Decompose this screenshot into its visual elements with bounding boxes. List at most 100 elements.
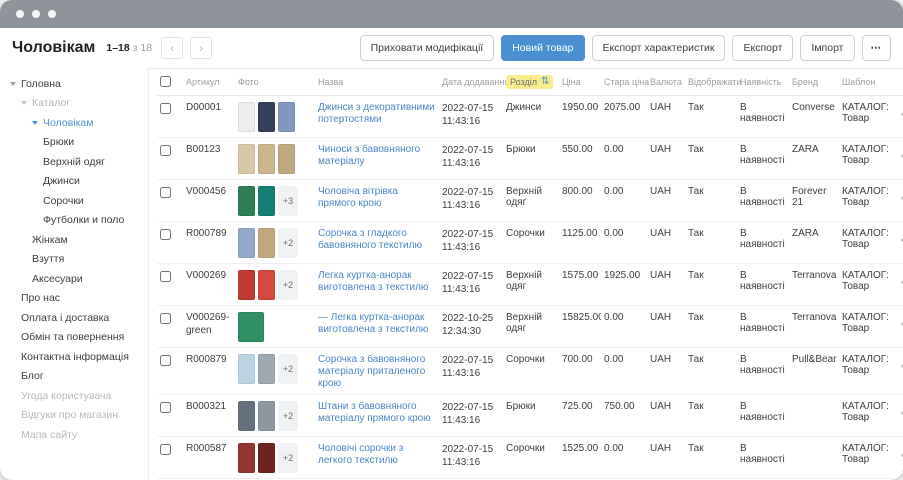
product-photo-thumbnail[interactable] [258,144,275,174]
product-photo-thumbnail[interactable] [278,144,295,174]
sidebar-item-2[interactable]: Чоловікам [2,113,148,133]
product-name-link[interactable]: Сорочка з гладкого бавовняного текстилю [318,228,436,252]
product-photo-thumbnail[interactable] [238,443,255,473]
product-photo-thumbnail[interactable] [258,270,275,300]
product-photo-thumbnail[interactable] [238,312,264,342]
row-checkbox[interactable] [160,145,171,156]
sidebar-item-14[interactable]: Контактна інформація [2,347,148,367]
column-header-sku[interactable]: Артикул [183,69,235,96]
sidebar-item-12[interactable]: Оплата і доставка [2,308,148,328]
column-header-brand[interactable]: Бренд [789,69,839,96]
prev-page-button[interactable]: ‹ [161,37,183,59]
more-photos-badge[interactable]: +2 [278,228,298,258]
select-all-checkbox[interactable] [160,76,171,87]
sidebar-item-10[interactable]: Аксесуари [2,269,148,289]
row-checkbox[interactable] [160,103,171,114]
window-control-dot-2[interactable] [32,10,40,18]
sidebar-item-7[interactable]: Футболки и поло [2,211,148,231]
sidebar-item-1[interactable]: Каталог [2,94,148,114]
row-checkbox[interactable] [160,271,171,282]
sidebar-item-15[interactable]: Блог [2,367,148,387]
product-name-link[interactable]: Сорочка з бавовняного матеріалу притален… [318,354,436,389]
product-photo-thumbnail[interactable] [258,102,275,132]
product-photo-thumbnail[interactable] [238,228,255,258]
window-control-dot-1[interactable] [16,10,24,18]
sidebar-item-0[interactable]: Головна [2,74,148,94]
more-photos-badge[interactable]: +2 [278,270,298,300]
row-checkbox[interactable] [160,313,171,324]
more-photos-badge[interactable]: +3 [278,186,298,216]
column-header-section[interactable]: Розділ⇅ [503,69,559,96]
column-header-label: Шаблон [842,77,875,87]
column-header-date[interactable]: Дата додавання [439,69,503,96]
product-photo-thumbnail[interactable] [238,270,255,300]
export-button[interactable]: Експорт [732,35,793,61]
next-page-button[interactable]: › [190,37,212,59]
import-button[interactable]: Імпорт [800,35,854,61]
time-added: 11:43:16 [442,115,500,128]
product-name-link[interactable]: — Легка куртка-анорак виготовлена з текс… [318,312,436,336]
hide-modifications-button[interactable]: Приховати модифікації [360,35,495,61]
sidebar-item-16[interactable]: Угода користувача [2,386,148,406]
sidebar-item-9[interactable]: Взуття [2,250,148,270]
sidebar-item-6[interactable]: Сорочки [2,191,148,211]
sort-icon[interactable]: ⇅ [541,77,549,87]
column-header-photo[interactable]: Фото [235,69,315,96]
column-header-display[interactable]: Відображати [685,69,737,96]
product-name-link[interactable]: Чоловіча вітрівка прямого крою [318,186,436,210]
column-header-old_price[interactable]: Стара ціна [601,69,647,96]
sidebar-item-5[interactable]: Джинси [2,172,148,192]
column-header-template[interactable]: Шаблон [839,69,895,96]
sorted-column-highlight[interactable]: Розділ⇅ [506,75,553,89]
sidebar-item-3[interactable]: Брюки [2,133,148,153]
row-checkbox[interactable] [160,444,171,455]
column-header-name[interactable]: Назва [315,69,439,96]
sidebar-item-11[interactable]: Про нас [2,289,148,309]
product-photo-thumbnail[interactable] [258,443,275,473]
product-photo-thumbnail[interactable] [258,186,275,216]
column-header-currency[interactable]: Валюта [647,69,685,96]
window-control-dot-3[interactable] [48,10,56,18]
sidebar-item-13[interactable]: Обмін та повернення [2,328,148,348]
product-section: Верхній одяг [506,186,542,208]
more-photos-badge[interactable]: +2 [278,354,298,384]
column-header-availability[interactable]: Наявність [737,69,789,96]
product-photo-thumbnail[interactable] [238,401,255,431]
product-photo-thumbnail[interactable] [238,102,255,132]
sidebar-item-18[interactable]: Мапа сайту [2,425,148,445]
product-photos: +2 [238,270,312,300]
product-old-price: 750.00 [604,401,635,412]
product-photo-thumbnail[interactable] [238,144,255,174]
column-header-price[interactable]: Ціна [559,69,601,96]
product-photo-thumbnail[interactable] [258,354,275,384]
sidebar-item-label: Верхній одяг [43,156,105,168]
product-photo-thumbnail[interactable] [238,354,255,384]
product-name-link[interactable]: Джинси з декоративними потертостями [318,102,436,126]
row-checkbox[interactable] [160,355,171,366]
sidebar-item-8[interactable]: Жінкам [2,230,148,250]
product-name-link[interactable]: Легка куртка-анорак виготовлена з тексти… [318,270,436,294]
more-actions-button[interactable]: ⋯ [862,35,892,61]
new-product-button[interactable]: Новий товар [501,35,584,61]
sidebar-item-4[interactable]: Верхній одяг [2,152,148,172]
product-photo-thumbnail[interactable] [278,102,295,132]
product-photo-thumbnail[interactable] [258,401,275,431]
export-characteristics-button[interactable]: Експорт характеристик [592,35,726,61]
row-checkbox[interactable] [160,402,171,413]
more-photos-badge[interactable]: +2 [278,443,298,473]
row-checkbox[interactable] [160,187,171,198]
product-photo-thumbnail[interactable] [238,186,255,216]
sidebar-item-17[interactable]: Відгуки про магазин [2,406,148,426]
chevron-down-icon[interactable] [21,101,27,105]
chevron-down-icon[interactable] [32,121,38,125]
product-photo-thumbnail[interactable] [258,228,275,258]
product-name-link[interactable]: Штани з бавовняного матеріалу прямого кр… [318,401,436,425]
product-template: КАТАЛОГ: Товар [842,312,889,334]
row-checkbox[interactable] [160,229,171,240]
product-sku: B000321 [186,401,226,412]
product-name-link[interactable]: Чиноси з бавовняного матеріалу [318,144,436,168]
more-photos-badge[interactable]: +2 [278,401,298,431]
chevron-down-icon[interactable] [10,82,16,86]
product-name-link[interactable]: Чоловічі сорочки з легкого текстилю [318,443,436,467]
sidebar-item-label: Аксесуари [32,273,83,285]
